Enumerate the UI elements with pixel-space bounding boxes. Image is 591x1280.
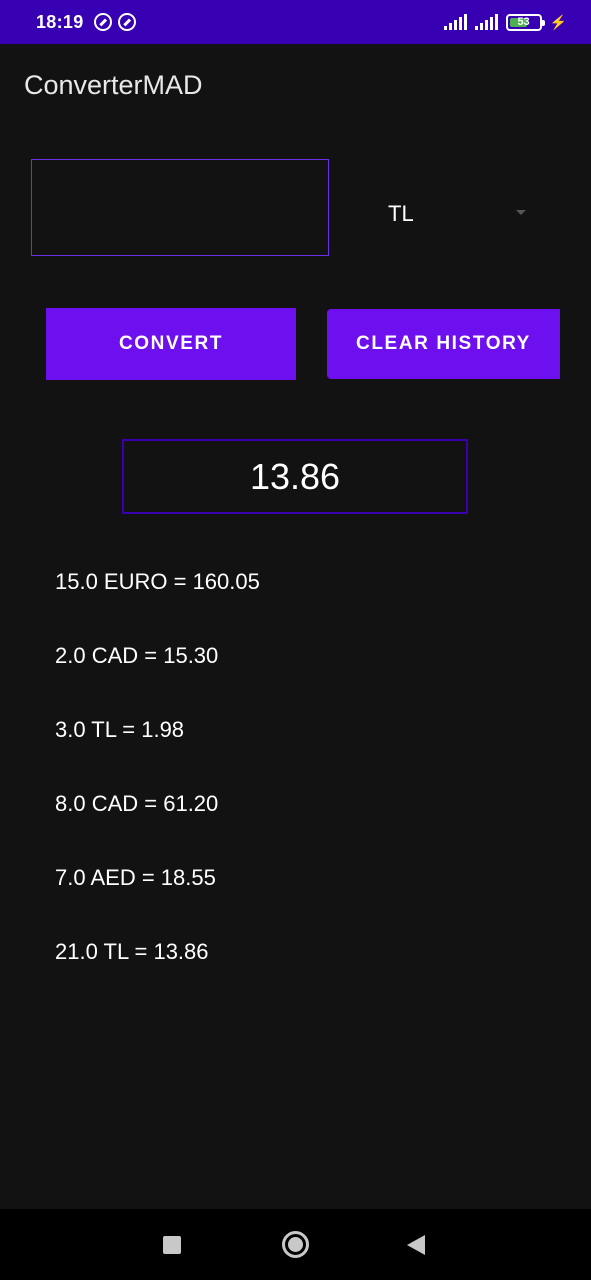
status-time: 18:19 [36, 11, 84, 32]
amount-input[interactable] [31, 159, 329, 256]
clear-history-button[interactable]: CLEAR HISTORY [327, 309, 560, 379]
result-display: 13.86 [122, 439, 468, 514]
home-icon[interactable] [282, 1231, 309, 1258]
recents-icon[interactable] [163, 1236, 181, 1254]
app-title: ConverterMAD [24, 70, 203, 100]
charging-icon: ⚡ [549, 13, 567, 30]
status-bar: 18:19 53 ⚡ [0, 0, 591, 44]
history-item: 2.0 CAD = 15.30 [55, 643, 219, 668]
currency-selected: TL [388, 201, 414, 226]
dropdown-arrow-icon [516, 209, 526, 215]
signal-icon [443, 14, 467, 30]
sync-icon [117, 13, 136, 31]
navigation-bar [0, 1209, 591, 1280]
convert-button[interactable]: CONVERT [46, 308, 296, 380]
sync-icon [93, 13, 112, 31]
status-right: 53 ⚡ [443, 13, 567, 31]
battery-icon: 53 [505, 13, 545, 31]
history-item: 8.0 CAD = 61.20 [55, 791, 219, 816]
history-item: 21.0 TL = 13.86 [55, 939, 209, 964]
signal-icon [474, 14, 498, 30]
currency-dropdown[interactable]: TL [388, 192, 538, 236]
history-item: 15.0 EURO = 160.05 [55, 569, 260, 594]
battery-level: 53 [517, 16, 530, 28]
notification-icons [93, 13, 136, 31]
back-icon[interactable] [407, 1235, 425, 1255]
history-list: 15.0 EURO = 160.05 2.0 CAD = 15.30 3.0 T… [55, 566, 260, 1010]
history-item: 7.0 AED = 18.55 [55, 865, 216, 890]
history-item: 3.0 TL = 1.98 [55, 717, 185, 742]
